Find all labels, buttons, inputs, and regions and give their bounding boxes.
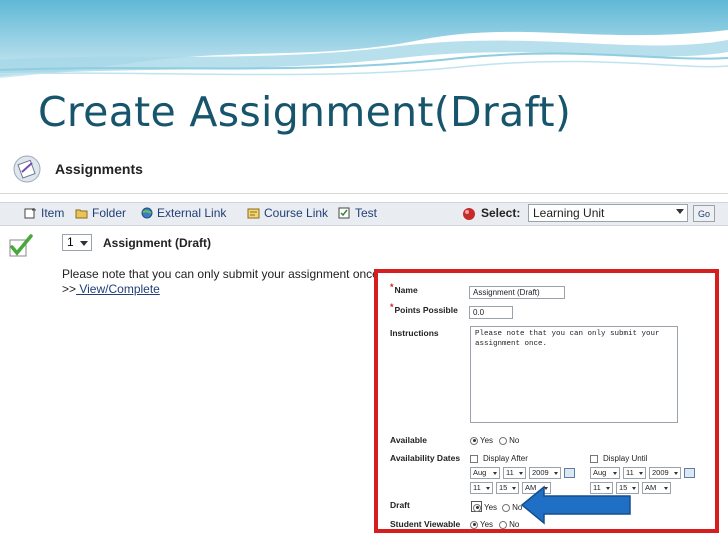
display-until-row: Display Until — [590, 454, 647, 463]
viewable-radio-group: Yes No — [470, 520, 519, 529]
instructions-label: Instructions — [390, 328, 439, 338]
left-arrow-icon — [520, 485, 631, 525]
assignment-item-note: Please note that you can only submit you… — [62, 267, 383, 281]
learning-unit-select-value: Learning Unit — [533, 206, 605, 220]
assignment-icon — [13, 155, 41, 183]
after-hour-select[interactable]: 11 — [470, 482, 493, 494]
chevron-down-icon — [486, 487, 490, 490]
available-no-label: No — [509, 436, 520, 445]
viewable-no-label: No — [509, 520, 520, 529]
chevron-down-icon — [664, 487, 668, 490]
points-possible-field[interactable]: 0.0 — [469, 306, 513, 319]
display-after-label: Display After — [483, 454, 528, 463]
until-ampm-select[interactable]: AM — [642, 482, 671, 494]
after-minute-select[interactable]: 15 — [496, 482, 519, 494]
required-marker: * — [390, 302, 394, 312]
view-complete-link-row: >> View/Complete — [62, 282, 160, 296]
display-after-row: Display After — [470, 454, 528, 463]
toolbar-item-button[interactable]: Item — [24, 206, 64, 220]
checkmark-icon — [9, 234, 33, 257]
assignments-title: Assignments — [55, 161, 143, 177]
chevron-down-icon — [613, 472, 617, 475]
toolbar-external-link-button[interactable]: External Link — [140, 206, 226, 220]
available-yes-label: Yes — [480, 436, 494, 445]
display-until-label: Display Until — [603, 454, 648, 463]
globe-icon — [141, 207, 153, 219]
chevron-down-icon — [632, 487, 636, 490]
availability-dates-label: Availability Dates — [390, 453, 461, 463]
required-marker: * — [390, 282, 394, 292]
link-prefix: >> — [62, 282, 77, 296]
learning-unit-select[interactable]: Learning Unit — [528, 204, 688, 222]
after-year-select[interactable]: 2009 — [529, 467, 561, 479]
student-viewable-label: Student Viewable — [390, 519, 461, 529]
draft-no-radio[interactable] — [502, 503, 511, 512]
toolbar-folder-label: Folder — [92, 206, 127, 220]
until-year-select[interactable]: 2009 — [649, 467, 681, 479]
chevron-down-icon — [674, 472, 678, 475]
toolbar-course-link-button[interactable]: Course Link — [247, 206, 328, 220]
item-icon — [24, 208, 36, 219]
toolbar-folder-button[interactable]: Folder — [75, 206, 126, 220]
content-toolbar: Item Folder External Link Course Link Te… — [0, 202, 728, 226]
calendar-icon[interactable] — [684, 468, 695, 478]
order-select[interactable]: 1 — [62, 234, 92, 251]
available-label: Available — [390, 435, 428, 445]
draft-yes-label: Yes — [484, 503, 498, 512]
available-no-radio[interactable] — [499, 436, 508, 445]
available-yes-radio[interactable] — [470, 436, 478, 445]
draft-label: Draft — [390, 500, 410, 510]
chevron-down-icon — [519, 472, 523, 475]
display-until-checkbox[interactable] — [590, 454, 598, 463]
name-label: *Name — [390, 282, 418, 295]
viewable-yes-label: Yes — [480, 520, 494, 529]
after-month-select[interactable]: Aug — [470, 467, 500, 479]
assignments-header: Assignments — [0, 150, 728, 194]
chevron-down-icon — [676, 209, 684, 214]
name-field[interactable]: Assignment (Draft) — [469, 286, 565, 299]
calendar-icon[interactable] — [564, 468, 575, 478]
draft-yes-radio[interactable] — [473, 503, 481, 512]
slide-title: Create Assignment(Draft) — [38, 88, 572, 136]
toolbar-item-label: Item — [41, 206, 65, 220]
chevron-down-icon — [554, 472, 558, 475]
chevron-down-icon — [639, 472, 643, 475]
until-month-select[interactable]: Aug — [590, 467, 620, 479]
toolbar-course-link-label: Course Link — [264, 206, 329, 220]
instructions-textarea[interactable]: Please note that you can only submit you… — [470, 326, 678, 423]
display-after-checkbox[interactable] — [470, 454, 478, 463]
folder-icon — [75, 209, 88, 219]
select-bullet-icon — [463, 208, 475, 220]
view-complete-link[interactable]: View/Complete — [76, 282, 160, 296]
chevron-down-icon — [512, 487, 516, 490]
select-label: Select: — [481, 206, 521, 220]
test-icon — [338, 207, 350, 219]
chevron-down-icon — [80, 241, 88, 246]
toolbar-test-label: Test — [355, 206, 378, 220]
viewable-yes-radio[interactable] — [470, 520, 478, 529]
assignment-item-title: Assignment (Draft) — [103, 236, 212, 250]
available-radio-group: Yes No — [470, 436, 519, 445]
chevron-down-icon — [493, 472, 497, 475]
course-link-icon — [247, 208, 260, 219]
draft-radio-group: Yes No — [473, 503, 522, 512]
toolbar-test-button[interactable]: Test — [338, 206, 377, 220]
toolbar-external-link-label: External Link — [157, 206, 227, 220]
go-button[interactable]: Go — [693, 205, 715, 222]
after-day-select[interactable]: 11 — [503, 467, 526, 479]
points-possible-label: *Points Possible — [390, 302, 458, 315]
until-day-select[interactable]: 11 — [623, 467, 646, 479]
order-select-value: 1 — [67, 235, 74, 249]
viewable-no-radio[interactable] — [499, 520, 508, 529]
